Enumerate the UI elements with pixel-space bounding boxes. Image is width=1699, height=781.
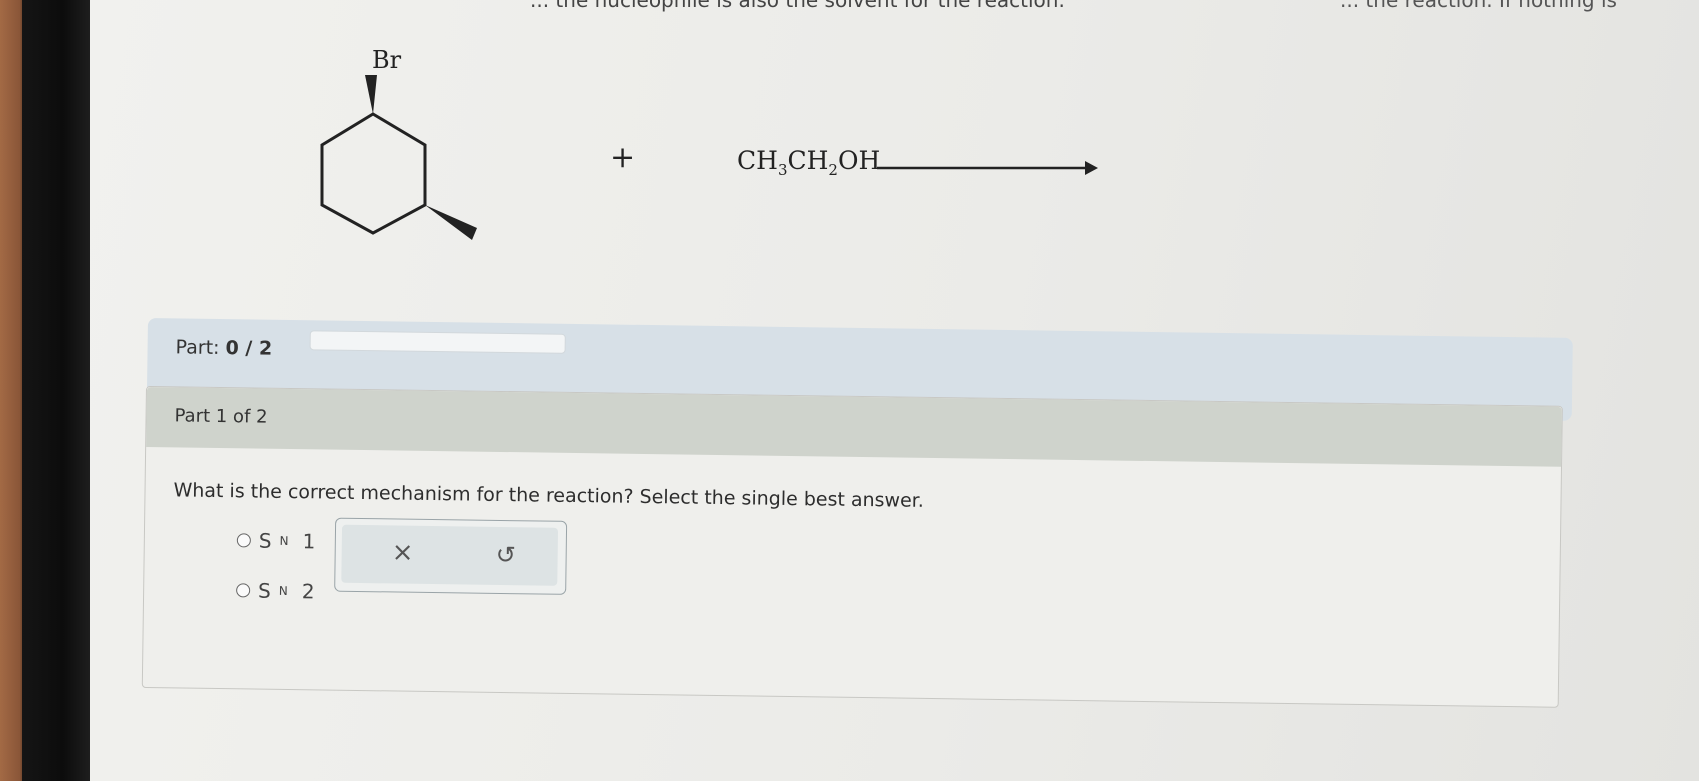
monitor-bezel-frame <box>22 0 90 781</box>
part-progress-track <box>309 330 566 354</box>
wedge-bond-methyl <box>425 205 477 240</box>
undo-icon[interactable]: ↺ <box>495 541 515 569</box>
reaction-scheme: Br + CH3CH2OH <box>310 40 1210 270</box>
part-counter: Part: 0 / 2 <box>175 336 272 359</box>
question-card: Part 1 of 2 What is the correct mechanis… <box>141 386 1563 708</box>
radio-button[interactable] <box>236 533 251 548</box>
ethanol-formula: CH3CH2OH <box>737 146 880 179</box>
part-label: Part: <box>175 336 220 360</box>
part-header-title: Part 1 of 2 <box>174 405 268 428</box>
answer-option-sn1[interactable]: SN1 <box>236 528 316 554</box>
plus-sign: + <box>610 140 636 175</box>
instruction-text-right: ... the reaction. If nothing is <box>1340 0 1617 12</box>
option-subscript: N <box>278 583 288 598</box>
radio-button[interactable] <box>236 583 251 598</box>
option-subscript: N <box>279 533 289 549</box>
option-number: 1 <box>302 529 316 554</box>
instruction-text: ... the nucleophile is also the solvent … <box>530 0 1065 12</box>
answer-tools-inner: × ↺ <box>341 524 559 586</box>
option-letter: S <box>258 528 272 553</box>
formula-sub-2: 2 <box>828 161 838 179</box>
formula-ch: CH <box>737 146 778 175</box>
answer-tools: × ↺ <box>334 517 568 595</box>
option-letter: S <box>257 578 272 603</box>
part-progress-value: 0 / 2 <box>225 337 273 360</box>
bromine-label: Br <box>372 46 402 74</box>
formula-ch2: CH <box>787 146 829 175</box>
answer-option-sn2[interactable]: SN2 <box>236 578 315 603</box>
cyclohexane-ring <box>320 112 427 235</box>
question-prompt: What is the correct mechanism for the re… <box>173 479 925 512</box>
reaction-arrow-head <box>1085 161 1098 175</box>
wedge-bond-br <box>365 75 377 114</box>
option-number: 2 <box>301 579 315 604</box>
formula-oh: OH <box>837 146 881 175</box>
close-icon[interactable]: × <box>391 537 413 567</box>
